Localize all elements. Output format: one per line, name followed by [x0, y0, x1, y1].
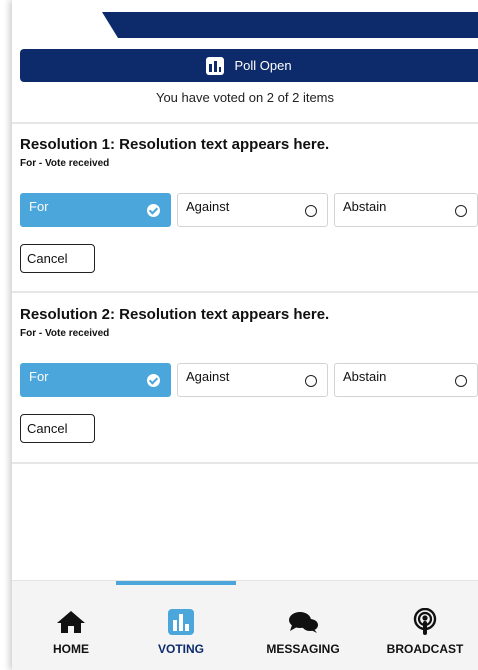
checkmark-icon: [147, 374, 160, 387]
option-label: Against: [186, 199, 230, 214]
divider: [12, 291, 478, 293]
nav-item-voting[interactable]: VOTING: [126, 609, 236, 656]
poll-chart-icon: [206, 56, 225, 75]
option-label: For: [29, 199, 49, 214]
resolution-title: Resolution 1: Resolution text appears he…: [20, 136, 330, 153]
vote-status: For - Vote received: [20, 158, 110, 169]
vote-option-abstain[interactable]: Abstain: [334, 193, 478, 227]
vote-status: For - Vote received: [20, 328, 110, 339]
vote-option-for[interactable]: For: [20, 193, 171, 227]
cancel-vote-button[interactable]: Cancel: [20, 244, 95, 273]
chat-bubbles-icon: [289, 612, 318, 633]
bar-chart-icon: [168, 609, 194, 635]
top-bar: [12, 0, 478, 38]
home-icon: [57, 611, 85, 633]
resolution-title: Resolution 2: Resolution text appears he…: [20, 306, 330, 323]
vote-option-abstain[interactable]: Abstain: [334, 363, 478, 397]
vote-option-against[interactable]: Against: [177, 193, 328, 227]
option-label: Abstain: [343, 199, 387, 214]
option-label: For: [29, 369, 49, 384]
nav-label: MESSAGING: [266, 642, 340, 656]
cancel-vote-button[interactable]: Cancel: [20, 414, 95, 443]
nav-label: HOME: [53, 642, 89, 656]
radio-icon: [455, 375, 467, 387]
voting-progress-text: You have voted on 2 of 2 items: [155, 90, 335, 105]
option-label: Against: [186, 369, 230, 384]
nav-item-home[interactable]: HOME: [16, 609, 126, 656]
app-frame: Poll Open You have voted on 2 of 2 items…: [12, 0, 478, 670]
top-bar-accent: [102, 12, 478, 38]
podcast-icon: [413, 608, 437, 635]
poll-status-banner: Poll Open: [20, 49, 478, 82]
option-label: Abstain: [343, 369, 387, 384]
nav-item-messaging[interactable]: MESSAGING: [248, 609, 358, 656]
vote-option-against[interactable]: Against: [177, 363, 328, 397]
divider: [12, 462, 478, 464]
radio-icon: [455, 205, 467, 217]
active-tab-indicator: [116, 581, 236, 585]
nav-label: VOTING: [157, 642, 204, 656]
vote-option-for[interactable]: For: [20, 363, 171, 397]
bottom-nav: HOME VOTING MESSAGING BROADCAST: [12, 580, 478, 670]
nav-item-broadcast[interactable]: BROADCAST: [370, 608, 478, 656]
nav-label: BROADCAST: [386, 642, 464, 656]
divider: [12, 122, 478, 124]
poll-status-label: Poll Open: [234, 58, 292, 73]
radio-icon: [305, 375, 317, 387]
radio-icon: [305, 205, 317, 217]
checkmark-icon: [147, 204, 160, 217]
